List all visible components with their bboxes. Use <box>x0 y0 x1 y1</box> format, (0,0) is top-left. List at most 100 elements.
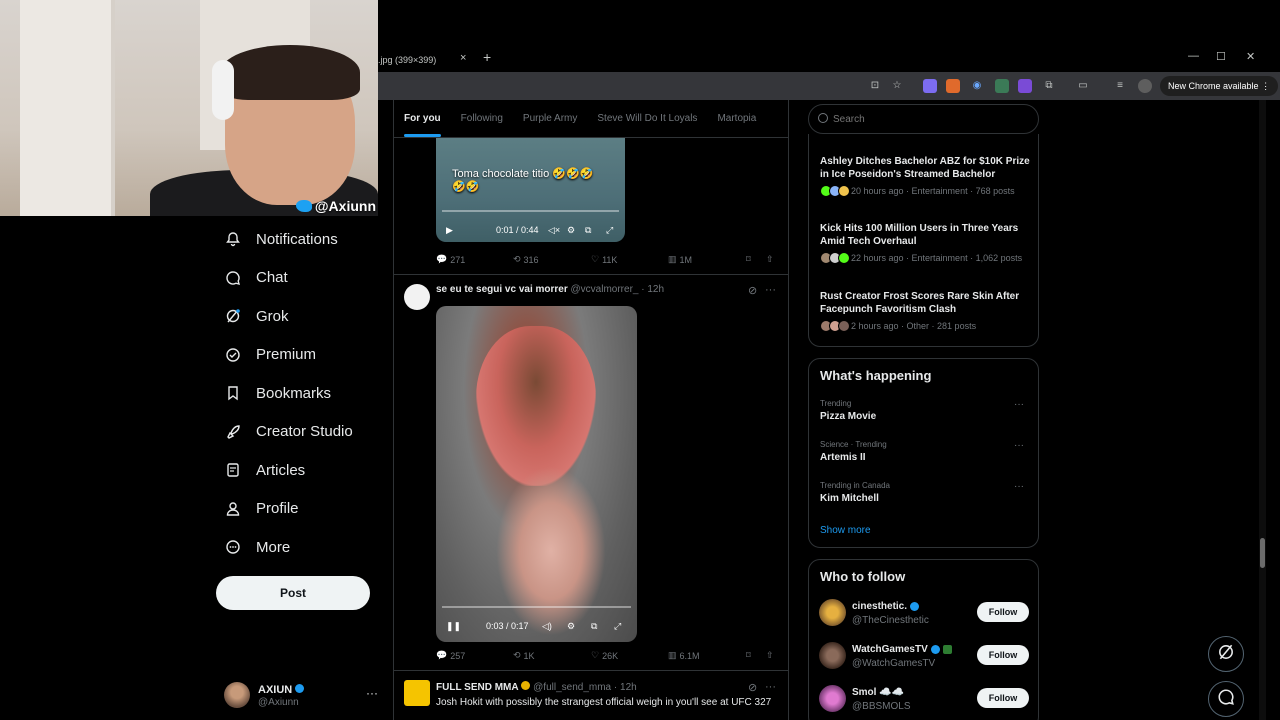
post-author-name[interactable]: FULL SEND MMA <box>436 682 519 693</box>
profile-avatar-icon[interactable] <box>1138 79 1152 93</box>
avatar[interactable] <box>404 284 430 310</box>
post-author-name[interactable]: se eu te segui vc vai morrer <box>436 284 568 295</box>
follow-button[interactable]: Follow <box>977 645 1029 665</box>
page-scrollbar[interactable] <box>1259 100 1266 720</box>
settings-icon[interactable]: ⚙ <box>567 621 575 632</box>
account-switcher[interactable]: AXIUN @Axiunn ··· <box>224 682 384 712</box>
pip-icon[interactable]: ⧉ <box>591 621 597 632</box>
like-button[interactable]: ♡ 11K <box>591 254 617 265</box>
nav-profile[interactable]: Profile <box>216 490 386 529</box>
card-title: Who to follow <box>820 569 906 584</box>
more-icon[interactable]: ··· <box>765 284 776 296</box>
news-item[interactable]: Rust Creator Frost Scores Rare Skin Afte… <box>820 290 1035 332</box>
scrollbar-thumb[interactable] <box>1260 538 1265 568</box>
webcam-overlay: @Axiunn <box>0 0 378 216</box>
bookmark-star-icon[interactable]: ☆ <box>890 79 904 93</box>
repost-button[interactable]: ⟲ 316 <box>513 254 539 265</box>
repost-button[interactable]: ⟲ 1K <box>513 650 535 661</box>
extension-icon[interactable] <box>923 79 937 93</box>
avatar[interactable] <box>819 599 846 626</box>
nav-more[interactable]: More <box>216 528 386 567</box>
more-icon[interactable]: ··· <box>1014 440 1024 451</box>
nav-notifications[interactable]: Notifications <box>216 220 386 259</box>
split-view-icon[interactable]: ▭ <box>1076 79 1090 93</box>
nav-articles[interactable]: Articles <box>216 451 386 490</box>
install-icon[interactable]: ⊡ <box>868 79 882 93</box>
follow-suggestion[interactable]: WatchGamesTV @WatchGamesTV Follow <box>819 642 1029 672</box>
more-icon[interactable]: ··· <box>1014 399 1024 410</box>
nav-grok[interactable]: Grok <box>216 297 386 336</box>
suggestion-name: Smol ☁️☁️ <box>852 687 904 698</box>
extension-icon[interactable]: ◉ <box>970 79 984 93</box>
more-icon[interactable]: ··· <box>366 686 378 700</box>
media-icon[interactable]: ≡ <box>1113 79 1127 93</box>
grok-icon[interactable]: ⊘ <box>748 681 757 694</box>
minimize-icon[interactable]: — <box>1188 50 1199 62</box>
follow-suggestion[interactable]: Smol ☁️☁️ @BBSMOLS Follow <box>819 685 1029 715</box>
tab-purple-army[interactable]: Purple Army <box>513 100 587 137</box>
grok-icon[interactable]: ⊘ <box>748 284 757 297</box>
extension-icon[interactable] <box>1018 79 1032 93</box>
nav-premium[interactable]: Premium <box>216 336 386 375</box>
tab-following[interactable]: Following <box>451 100 513 137</box>
avatar[interactable] <box>819 642 846 669</box>
views-button[interactable]: ▥ 6.1M <box>668 650 700 661</box>
grok-fab[interactable] <box>1208 636 1244 672</box>
repost-icon: ⟲ <box>513 254 521 264</box>
bookmark-button[interactable]: ⌑ <box>746 254 751 265</box>
chat-fab[interactable] <box>1208 681 1244 717</box>
bookmark-button[interactable]: ⌑ <box>746 650 751 661</box>
follow-suggestion[interactable]: cinesthetic. @TheCinesthetic Follow <box>819 599 1029 629</box>
tab-close-icon[interactable]: × <box>460 52 466 64</box>
show-more-link[interactable]: Show more <box>820 525 871 536</box>
reply-button[interactable]: 💬 257 <box>436 650 465 661</box>
reply-button[interactable]: 💬 271 <box>436 254 465 265</box>
nav-bookmarks[interactable]: Bookmarks <box>216 374 386 413</box>
maximize-icon[interactable]: ☐ <box>1216 50 1226 63</box>
post-author-handle[interactable]: @full_send_mma <box>533 682 611 693</box>
extension-icon[interactable] <box>946 79 960 93</box>
search-input[interactable] <box>808 104 1039 134</box>
news-card: Ashley Ditches Bachelor ABZ for $10K Pri… <box>808 134 1039 347</box>
avatar[interactable] <box>819 685 846 712</box>
tab-steve-will-do-it-loyals[interactable]: Steve Will Do It Loyals <box>587 100 707 137</box>
volume-icon[interactable]: ◁) <box>542 621 552 632</box>
more-icon[interactable]: ··· <box>765 681 776 693</box>
extension-icon[interactable] <box>995 79 1009 93</box>
new-chrome-badge[interactable]: New Chrome available ⋮ <box>1160 76 1279 96</box>
post-author-handle[interactable]: @vcvalmorrer_ <box>571 284 639 295</box>
fullscreen-icon[interactable]: ⤢ <box>606 225 613 236</box>
views-button[interactable]: ▥ 1M <box>668 254 692 265</box>
video-progress-bar[interactable] <box>442 210 619 212</box>
like-count: 26K <box>602 650 619 661</box>
pip-icon[interactable]: ⧉ <box>585 225 591 236</box>
tab-martopia[interactable]: Martopia <box>707 100 766 137</box>
like-button[interactable]: ♡ 26K <box>591 650 618 661</box>
follow-button[interactable]: Follow <box>977 602 1029 622</box>
follow-button[interactable]: Follow <box>977 688 1029 708</box>
volume-icon[interactable]: ◁× <box>548 225 560 236</box>
extensions-puzzle-icon[interactable]: ⧉ <box>1042 79 1056 93</box>
post-button[interactable]: Post <box>216 576 370 610</box>
play-icon[interactable]: ▶ <box>446 225 453 236</box>
pause-icon[interactable]: ❚❚ <box>446 621 461 632</box>
nav-creator-studio[interactable]: Creator Studio <box>216 413 386 452</box>
trend-item[interactable]: Science · Trending Artemis II ··· <box>820 440 1030 463</box>
news-item[interactable]: Ashley Ditches Bachelor ABZ for $10K Pri… <box>820 155 1035 197</box>
trend-item[interactable]: Trending in Canada Kim Mitchell ··· <box>820 481 1030 504</box>
avatar[interactable] <box>404 680 430 706</box>
more-icon[interactable]: ··· <box>1014 481 1024 492</box>
new-tab-icon[interactable]: + <box>483 49 491 65</box>
share-button[interactable]: ⇧ <box>766 254 774 265</box>
post-video[interactable]: ❚❚ 0:03 / 0:17 ◁) ⚙ ⧉ ⤢ <box>436 306 637 642</box>
video-progress-bar[interactable] <box>442 606 631 608</box>
tab-for-you[interactable]: For you <box>394 100 451 137</box>
trend-item[interactable]: Trending Pizza Movie ··· <box>820 399 1030 422</box>
window-close-icon[interactable]: ✕ <box>1246 50 1255 63</box>
share-button[interactable]: ⇧ <box>766 650 774 661</box>
nav-chat[interactable]: Chat <box>216 259 386 298</box>
news-item[interactable]: Kick Hits 100 Million Users in Three Yea… <box>820 222 1035 264</box>
settings-icon[interactable]: ⚙ <box>567 225 575 236</box>
verified-icon <box>521 681 531 690</box>
fullscreen-icon[interactable]: ⤢ <box>614 621 621 632</box>
